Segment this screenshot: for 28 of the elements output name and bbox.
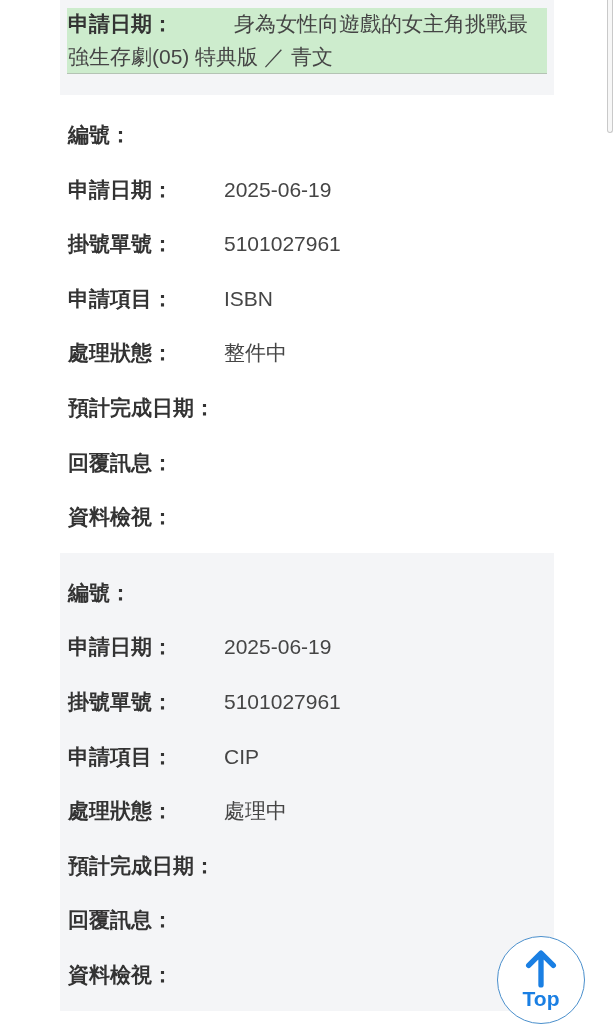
scrollbar-thumb[interactable]: [607, 0, 613, 133]
field-label: 預計完成日期：: [68, 394, 216, 421]
field-label: 處理狀態：: [68, 340, 174, 367]
field-label: 回覆訊息：: [68, 449, 174, 476]
field-label: 申請項目：: [68, 743, 174, 770]
arrow-up-icon: [523, 950, 559, 988]
field-label: 編號：: [68, 579, 132, 606]
field-value: 2025-06-19: [224, 635, 332, 659]
field-label: 申請日期：: [68, 176, 174, 203]
field-value: CIP: [224, 744, 259, 768]
field-label: 申請項目：: [68, 285, 174, 312]
field-value: 5101027961: [224, 689, 341, 713]
highlighted-field: 申請日期： 身為女性向遊戲的女主角挑戰最強生存劇(05) 特典版 ／ 青文: [67, 8, 547, 74]
field-label: 資料檢視：: [68, 504, 174, 531]
field-value: 5101027961: [224, 232, 341, 256]
field-label: 預計完成日期：: [68, 852, 216, 879]
field-label: 資料檢視：: [68, 961, 174, 988]
field-label: 申請日期：: [68, 634, 174, 661]
field-value: ISBN: [224, 286, 273, 310]
field-value: 2025-06-19: [224, 177, 332, 201]
field-label: 掛號單號：: [68, 231, 174, 258]
field-label: 編號：: [68, 122, 132, 148]
field-label: 回覆訊息：: [68, 907, 174, 934]
field-label: 處理狀態：: [68, 798, 174, 825]
field-value: 處理中: [224, 799, 287, 823]
back-to-top-button[interactable]: Top: [497, 936, 585, 1024]
field-value: 整件中: [224, 341, 287, 365]
field-label: 掛號單號：: [68, 688, 174, 715]
